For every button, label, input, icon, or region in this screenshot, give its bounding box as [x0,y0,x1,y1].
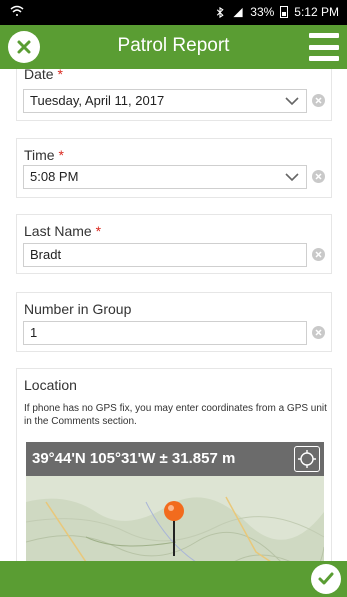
checkmark-icon [318,572,334,585]
hamburger-menu-icon [309,33,339,38]
date-field[interactable]: Tuesday, April 11, 2017 [23,89,307,113]
page-title: Patrol Report [117,35,230,56]
number-in-group-label: Number in Group [24,301,132,317]
time-label: Time * [24,147,64,163]
last-name-group: Last Name * Bradt [16,214,332,274]
location-help-text: If phone has no GPS fix, you may enter c… [24,403,327,427]
clock: 5:12 PM [294,5,339,19]
date-group: Date * Tuesday, April 11, 2017 [16,69,332,121]
menu-button[interactable] [309,33,339,61]
location-group: Location If phone has no GPS fix, you ma… [16,368,332,561]
last-name-field[interactable]: Bradt [23,243,307,267]
time-field[interactable]: 5:08 PM [23,165,307,189]
location-pin-icon [164,501,184,521]
location-label: Location [24,377,77,393]
bottom-bar [0,561,347,597]
chevron-down-icon [285,173,299,182]
coordinates-readout: 39°44'N 105°31'W ± 31.857 m [26,442,324,476]
clear-date-button[interactable] [312,94,325,107]
gps-locate-button[interactable] [294,446,320,472]
signal-icon [233,7,243,17]
location-map[interactable]: 39°44'N 105°31'W ± 31.857 m [26,442,324,561]
battery-percent: 33% [250,5,275,19]
number-in-group-field[interactable]: 1 [23,321,307,345]
clear-time-button[interactable] [312,170,325,183]
battery-icon [280,6,289,18]
clear-icon [315,97,322,104]
clear-icon [315,173,322,180]
clear-icon [315,251,322,258]
status-bar: 33% 5:12 PM [0,0,347,25]
submit-button[interactable] [311,564,341,594]
notification-icon [10,5,24,16]
bluetooth-icon [217,6,224,18]
number-in-group-group: Number in Group 1 [16,292,332,352]
chevron-down-icon [285,97,299,106]
time-group: Time * 5:08 PM [16,138,332,198]
clear-number-button[interactable] [312,326,325,339]
crosshair-icon [298,450,316,468]
last-name-label: Last Name * [24,223,102,239]
clear-icon [315,329,322,336]
date-label: Date * [24,69,63,82]
clear-last-name-button[interactable] [312,248,325,261]
app-header: Patrol Report [0,25,347,69]
form-scroll-area[interactable]: Date * Tuesday, April 11, 2017 Time * 5:… [0,69,347,561]
